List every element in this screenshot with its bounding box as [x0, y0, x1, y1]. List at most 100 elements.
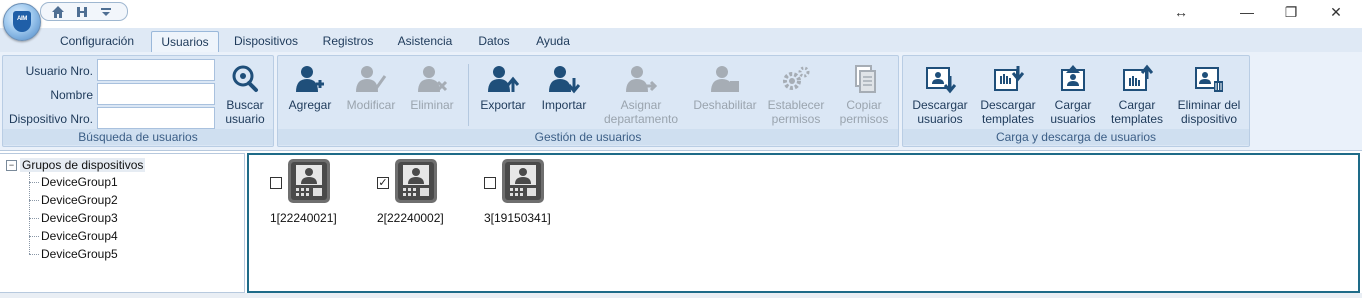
ribbon: Usuario Nro. Nombre Dispositivo Nro. Bus… — [0, 52, 1362, 151]
delete-user-icon — [416, 64, 448, 94]
devices-panel: 1[22240021] ✓ 2[22240002] 3[19150341] — [247, 153, 1360, 293]
close-button[interactable]: ✕ — [1323, 4, 1349, 22]
collapse-icon[interactable]: − — [6, 160, 17, 171]
tab-configuracion[interactable]: Configuración — [54, 31, 140, 52]
delete-user-label: Eliminar — [410, 98, 454, 112]
copy-permissions-label-2: permisos — [839, 112, 889, 126]
tab-usuarios[interactable]: Usuarios — [151, 31, 219, 53]
home-icon[interactable] — [51, 5, 65, 19]
quick-access-toolbar — [40, 2, 128, 21]
ribbon-separator — [468, 64, 469, 126]
delete-user-button[interactable]: Eliminar — [406, 64, 458, 112]
tab-ayuda[interactable]: Ayuda — [530, 31, 576, 52]
upload-templates-button[interactable]: Cargar templates — [1107, 64, 1167, 126]
upload-users-label-2: usuarios — [1050, 112, 1096, 126]
user-number-input[interactable] — [97, 59, 215, 81]
tree-root-device-groups[interactable]: − Grupos de dispositivos — [6, 158, 146, 172]
disable-user-icon — [709, 64, 741, 94]
assign-department-button[interactable]: Asignar departamento — [596, 64, 686, 126]
device-item-3[interactable]: 3[19150341] — [484, 159, 584, 229]
download-templates-label-1: Descargar — [980, 98, 1036, 112]
transfer-group-label: Carga y descarga de usuarios — [903, 129, 1249, 145]
assign-department-label-2: departamento — [603, 112, 679, 126]
device-number-input[interactable] — [97, 107, 215, 129]
manage-users-group: Agregar Modificar Eliminar Exportar Impo… — [277, 55, 899, 147]
add-user-button[interactable]: Agregar — [284, 64, 336, 112]
tree-connector — [29, 236, 39, 237]
search-user-label-2: usuario — [225, 112, 265, 126]
fingerprint-terminal-icon — [395, 159, 437, 203]
app-logo-button[interactable]: AIM — [3, 3, 41, 41]
device-2-checkbox[interactable]: ✓ — [377, 177, 389, 189]
tree-item-devicegroup5[interactable]: DeviceGroup5 — [41, 247, 118, 261]
device-item-1[interactable]: 1[22240021] — [270, 159, 370, 229]
export-users-label: Exportar — [480, 98, 526, 112]
name-input[interactable] — [97, 83, 215, 105]
delete-from-device-icon — [1193, 64, 1225, 94]
disable-user-button[interactable]: Deshabilitar — [690, 64, 760, 112]
upload-templates-label-1: Cargar — [1118, 98, 1156, 112]
search-group-label: Búsqueda de usuarios — [3, 129, 273, 145]
assign-department-label-1: Asignar — [620, 98, 662, 112]
import-users-label: Importar — [541, 98, 587, 112]
tree-item-devicegroup1[interactable]: DeviceGroup1 — [41, 175, 118, 189]
device-item-2[interactable]: ✓ 2[22240002] — [377, 159, 477, 229]
copy-permissions-icon — [848, 64, 880, 94]
minimize-button[interactable]: — — [1234, 4, 1260, 22]
tree-connector — [29, 200, 39, 201]
device-2-label: 2[22240002] — [377, 211, 444, 225]
status-bar — [0, 293, 1362, 298]
tab-dispositivos[interactable]: Dispositivos — [228, 31, 304, 52]
tab-asistencia[interactable]: Asistencia — [392, 31, 458, 52]
edit-user-icon — [355, 64, 387, 94]
user-number-label: Usuario Nro. — [25, 64, 93, 78]
import-users-button[interactable]: Importar — [536, 64, 592, 112]
modify-user-label: Modificar — [346, 98, 396, 112]
search-user-label-1: Buscar — [226, 98, 264, 112]
permissions-gear-icon — [780, 64, 812, 94]
tree-connector — [29, 254, 39, 255]
add-user-label: Agregar — [288, 98, 332, 112]
tab-datos[interactable]: Datos — [472, 31, 516, 52]
import-user-icon — [548, 64, 581, 94]
tree-root-label[interactable]: Grupos de dispositivos — [20, 158, 146, 172]
upload-templates-label-2: templates — [1110, 112, 1164, 126]
export-users-button[interactable]: Exportar — [476, 64, 530, 112]
tree-item-devicegroup4[interactable]: DeviceGroup4 — [41, 229, 118, 243]
upload-users-button[interactable]: Cargar usuarios — [1045, 64, 1101, 126]
shield-logo-icon: AIM — [13, 11, 31, 32]
copy-permissions-button[interactable]: Copiar permisos — [834, 64, 894, 126]
ribbon-tab-bar: Configuración Usuarios Dispositivos Regi… — [0, 28, 1362, 53]
dropdown-menu-icon[interactable] — [99, 5, 113, 19]
tab-registros[interactable]: Registros — [318, 31, 378, 52]
set-permissions-button[interactable]: Establecer permisos — [764, 64, 828, 126]
tree-item-devicegroup3[interactable]: DeviceGroup3 — [41, 211, 118, 225]
modify-user-button[interactable]: Modificar — [342, 64, 400, 112]
logo-text: AIM — [16, 16, 28, 22]
tree-item-devicegroup2[interactable]: DeviceGroup2 — [41, 193, 118, 207]
tree-connector — [29, 218, 39, 219]
search-users-group: Usuario Nro. Nombre Dispositivo Nro. Bus… — [2, 55, 274, 147]
upload-users-icon — [1057, 64, 1089, 94]
tools-icon[interactable] — [75, 5, 89, 19]
set-permissions-label-1: Establecer — [767, 98, 825, 112]
title-bar: ↔ — ❐ ✕ — [0, 0, 1362, 28]
download-templates-button[interactable]: Descargar templates — [977, 64, 1039, 126]
device-3-checkbox[interactable] — [484, 177, 496, 189]
upload-templates-icon — [1121, 64, 1154, 94]
search-user-button[interactable]: Buscar usuario — [221, 64, 269, 126]
manage-group-label: Gestión de usuarios — [278, 129, 898, 145]
delete-from-device-button[interactable]: Eliminar del dispositivo — [1173, 64, 1245, 126]
assign-department-icon — [625, 64, 658, 94]
name-label: Nombre — [50, 88, 93, 102]
download-users-button[interactable]: Descargar usuarios — [909, 64, 971, 126]
device-1-checkbox[interactable] — [270, 177, 282, 189]
maximize-button[interactable]: ❐ — [1278, 4, 1304, 22]
copy-permissions-label-1: Copiar — [846, 98, 882, 112]
upload-users-label-1: Cargar — [1054, 98, 1092, 112]
device-groups-tree: − Grupos de dispositivos — [0, 153, 245, 293]
delete-from-device-label-2: dispositivo — [1180, 112, 1238, 126]
delete-from-device-label-1: Eliminar del — [1177, 98, 1241, 112]
tree-connector — [29, 182, 39, 183]
search-icon — [229, 64, 261, 94]
